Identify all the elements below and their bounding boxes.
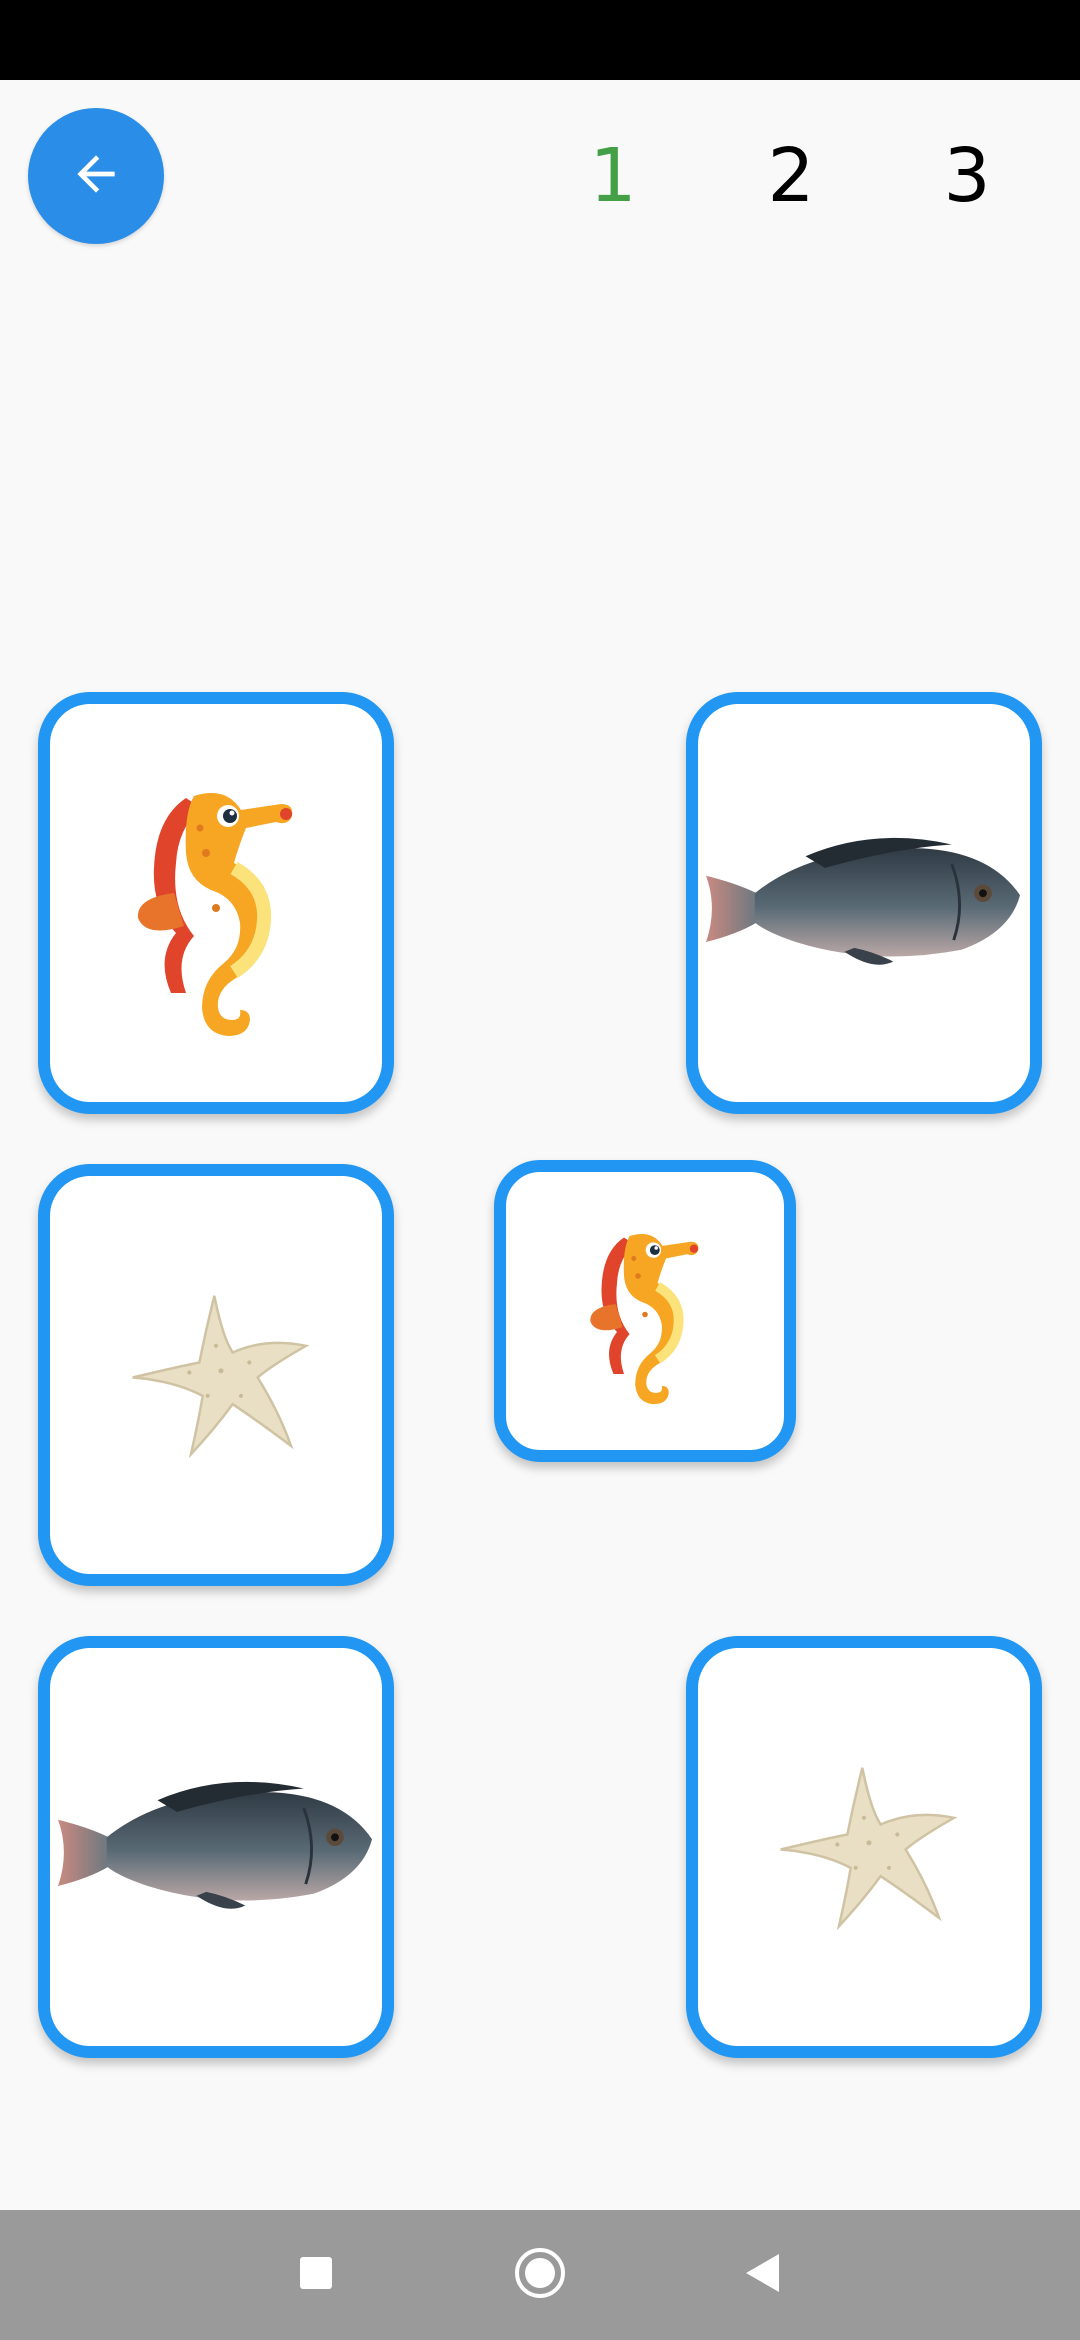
recents-button[interactable] [286,2245,346,2305]
card-fish[interactable] [38,1636,394,2058]
recents-square-icon [299,2256,333,2294]
arrow-left-icon [68,146,124,206]
level-2[interactable]: 2 [746,128,836,224]
status-bar [0,0,1080,80]
card-seahorse[interactable] [38,692,394,1114]
starfish-icon [116,1275,316,1475]
seahorse-icon [575,1196,715,1426]
seahorse-icon [116,758,316,1048]
card-starfish[interactable] [686,1636,1042,2058]
system-back-button[interactable] [732,2245,792,2305]
home-circle-icon [513,2246,567,2304]
home-button[interactable] [510,2245,570,2305]
card-fish[interactable] [686,692,1042,1114]
starfish-icon [764,1747,964,1947]
back-triangle-icon [743,2252,781,2298]
level-1[interactable]: 1 [568,128,658,224]
system-nav-bar [0,2210,1080,2340]
card-starfish[interactable] [38,1164,394,1586]
level-3[interactable]: 3 [922,128,1012,224]
card-seahorse-dragged[interactable] [494,1160,796,1462]
back-button[interactable] [28,108,164,244]
tilapia-fish-icon [50,1769,382,1925]
tilapia-fish-icon [698,825,1030,981]
